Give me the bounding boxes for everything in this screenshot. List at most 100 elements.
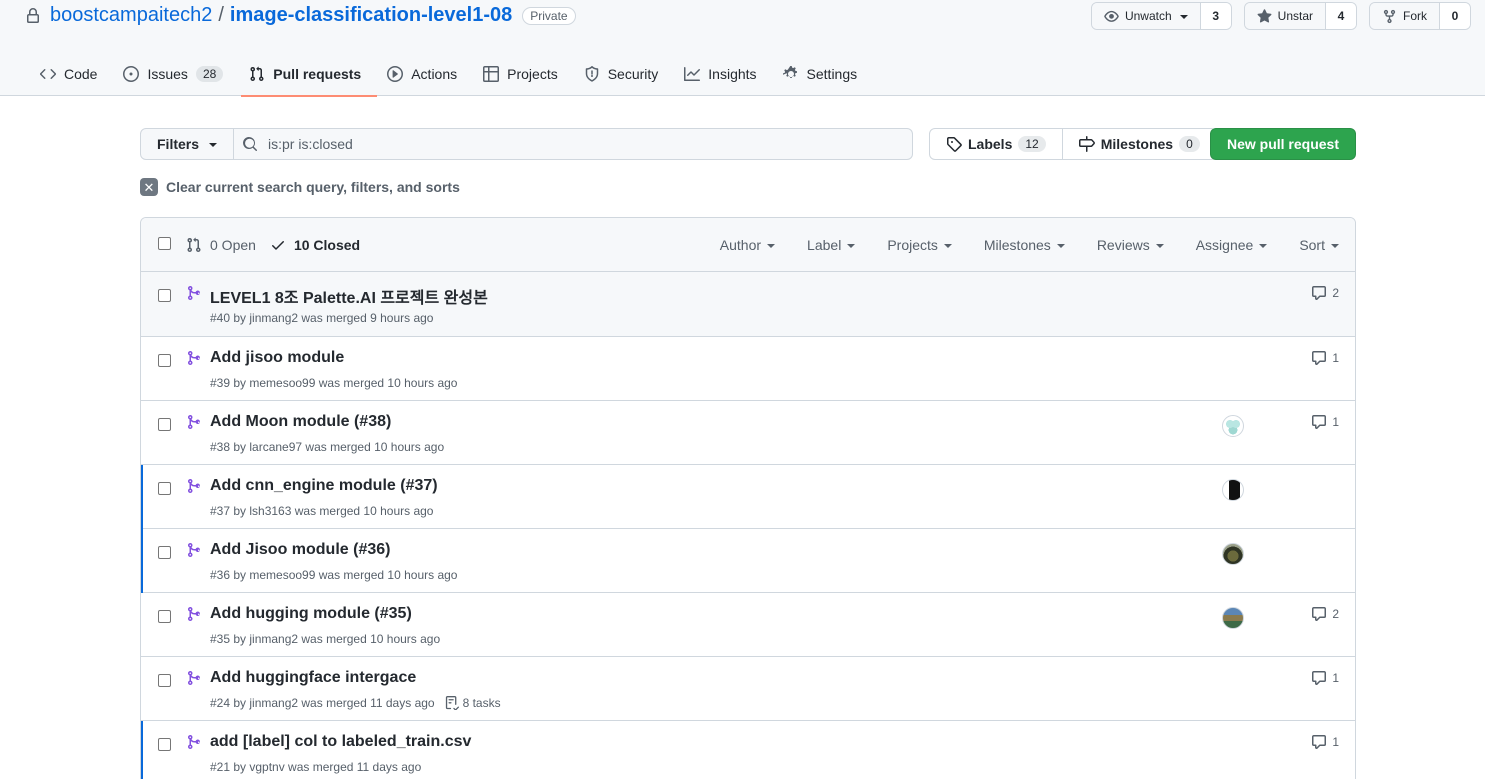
list-filters: Author Label Projects Milestones Reviews… — [720, 218, 1339, 272]
comments-link[interactable]: 2 — [1311, 285, 1339, 301]
pull-request-row: Add hugging module (#35) #35 by jinmang2… — [141, 593, 1355, 657]
filters-dropdown[interactable]: Filters — [140, 128, 235, 160]
eye-icon — [1104, 10, 1119, 22]
issue-opened-icon — [123, 66, 140, 82]
tab-issues[interactable]: Issues 28 — [115, 52, 239, 96]
row-checkbox[interactable] — [158, 354, 171, 367]
pull-request-list: 0 Open 10 Closed Author Label Projects M… — [140, 217, 1356, 779]
open-count: 0 Open — [210, 237, 256, 253]
comments-count: 1 — [1332, 415, 1339, 429]
comments-link[interactable]: 2 — [1311, 606, 1339, 622]
tab-projects[interactable]: Projects — [475, 52, 574, 96]
row-checkbox[interactable] — [158, 482, 171, 495]
tab-insights-label: Insights — [708, 66, 757, 82]
stars-count[interactable]: 4 — [1326, 3, 1356, 29]
reviews-filter[interactable]: Reviews — [1097, 237, 1164, 253]
repo-name-link[interactable]: image-classification-level1-08 — [230, 4, 512, 27]
visibility-badge: Private — [522, 6, 576, 25]
tab-actions[interactable]: Actions — [379, 52, 473, 96]
close-icon: ✕ — [140, 178, 158, 196]
tab-insights[interactable]: Insights — [676, 52, 772, 96]
tab-pull-requests[interactable]: Pull requests — [241, 52, 378, 97]
row-checkbox[interactable] — [158, 674, 171, 687]
avatar[interactable] — [1222, 479, 1244, 501]
pull-request-meta: #38 by larcane97 was merged 10 hours ago — [210, 440, 444, 454]
closed-filter[interactable]: 10 Closed — [270, 237, 360, 253]
comments-link[interactable]: 1 — [1311, 734, 1339, 750]
comments-link[interactable]: 1 — [1311, 414, 1339, 430]
row-checkbox[interactable] — [158, 610, 171, 623]
avatar[interactable] — [1222, 543, 1244, 565]
fork-label: Fork — [1403, 9, 1427, 23]
tab-settings-label: Settings — [806, 66, 858, 82]
pull-request-title-link[interactable]: Add jisoo module — [210, 349, 344, 367]
tab-security[interactable]: Security — [576, 52, 675, 96]
clear-query-link[interactable]: ✕ Clear current search query, filters, a… — [140, 178, 460, 196]
pull-request-title-link[interactable]: Add Jisoo module (#36) — [210, 541, 390, 559]
pull-request-meta: #37 by lsh3163 was merged 10 hours ago — [210, 504, 433, 518]
row-checkbox[interactable] — [158, 289, 171, 302]
pulls-subnav: Filters Labels 12 Milestones 0 New pull … — [140, 128, 1356, 160]
state-toggles: 0 Open 10 Closed — [186, 218, 360, 272]
pull-request-meta: #21 by vgptnv was merged 11 days ago — [210, 760, 421, 774]
pull-request-title-link[interactable]: Add cnn_engine module (#37) — [210, 477, 438, 495]
labels-label: Labels — [968, 136, 1013, 152]
checklist-icon — [445, 696, 459, 710]
tab-code[interactable]: Code — [32, 52, 113, 96]
git-merge-icon — [187, 606, 201, 622]
pull-request-row: Add cnn_engine module (#37) #37 by lsh31… — [141, 465, 1355, 529]
select-all-checkbox[interactable] — [158, 237, 171, 250]
row-checkbox[interactable] — [158, 546, 171, 559]
milestones-filter[interactable]: Milestones — [984, 237, 1065, 253]
unstar-button[interactable]: Unstar — [1244, 3, 1326, 29]
pull-request-title-link[interactable]: LEVEL1 8조 Palette.AI 프로젝트 완성본 — [210, 284, 488, 308]
tab-issues-label: Issues — [147, 66, 188, 82]
chevron-down-icon — [1179, 15, 1188, 19]
pull-request-title-link[interactable]: Add huggingface intergace — [210, 669, 416, 687]
pull-request-title-link[interactable]: Add Moon module (#38) — [210, 413, 391, 431]
comments-count: 1 — [1332, 735, 1339, 749]
repo-owner-link[interactable]: boostcampaitech2 — [50, 4, 212, 27]
tab-settings[interactable]: Settings — [775, 52, 874, 96]
assignee-filter[interactable]: Assignee — [1196, 237, 1268, 253]
milestones-link[interactable]: Milestones 0 — [1061, 129, 1216, 159]
labels-link[interactable]: Labels 12 — [930, 129, 1062, 159]
pull-request-meta-text: #39 by memesoo99 was merged 10 hours ago — [210, 376, 458, 390]
git-merge-icon — [187, 734, 201, 750]
git-pull-request-icon — [250, 66, 264, 82]
pull-request-row: Add Jisoo module (#36) #36 by memesoo99 … — [141, 529, 1355, 593]
comments-link[interactable]: 1 — [1311, 670, 1339, 686]
fork-button[interactable]: Fork — [1370, 3, 1440, 29]
open-filter[interactable]: 0 Open — [186, 237, 256, 253]
repo-header: boostcampaitech2 / image-classification-… — [0, 0, 1485, 97]
new-pull-request-button[interactable]: New pull request — [1209, 128, 1356, 160]
label-filter[interactable]: Label — [807, 237, 856, 253]
milestones-counter: 0 — [1179, 136, 1200, 152]
git-merge-icon — [187, 670, 201, 686]
avatar[interactable] — [1222, 607, 1244, 629]
unwatch-label: Unwatch — [1124, 9, 1172, 23]
search-input[interactable] — [268, 136, 869, 152]
projects-filter[interactable]: Projects — [887, 237, 952, 253]
avatar[interactable] — [1222, 415, 1244, 437]
watchers-count[interactable]: 3 — [1200, 3, 1231, 29]
comments-link[interactable]: 1 — [1311, 350, 1339, 366]
git-merge-icon — [187, 478, 201, 494]
row-checkbox[interactable] — [158, 418, 171, 431]
tab-code-label: Code — [64, 66, 98, 82]
sort-filter[interactable]: Sort — [1299, 237, 1339, 253]
author-filter[interactable]: Author — [720, 237, 776, 253]
pull-request-title-link[interactable]: Add hugging module (#35) — [210, 605, 412, 623]
watch-button-group: Unwatch 3 — [1090, 2, 1232, 30]
forks-count[interactable]: 0 — [1440, 3, 1470, 29]
lock-icon — [27, 7, 39, 23]
row-checkbox[interactable] — [158, 738, 171, 751]
unwatch-button[interactable]: Unwatch — [1091, 3, 1201, 29]
pull-request-meta-text: #38 by larcane97 was merged 10 hours ago — [210, 440, 445, 454]
task-progress[interactable]: 8 tasks — [445, 696, 501, 710]
sort-filter-label: Sort — [1299, 237, 1325, 253]
repo-separator: / — [218, 4, 224, 26]
pull-request-title-link[interactable]: add [label] col to labeled_train.csv — [210, 733, 471, 751]
task-count: 8 tasks — [462, 696, 501, 710]
pull-request-meta-text: #21 by vgptnv was merged 11 days ago — [210, 760, 422, 774]
